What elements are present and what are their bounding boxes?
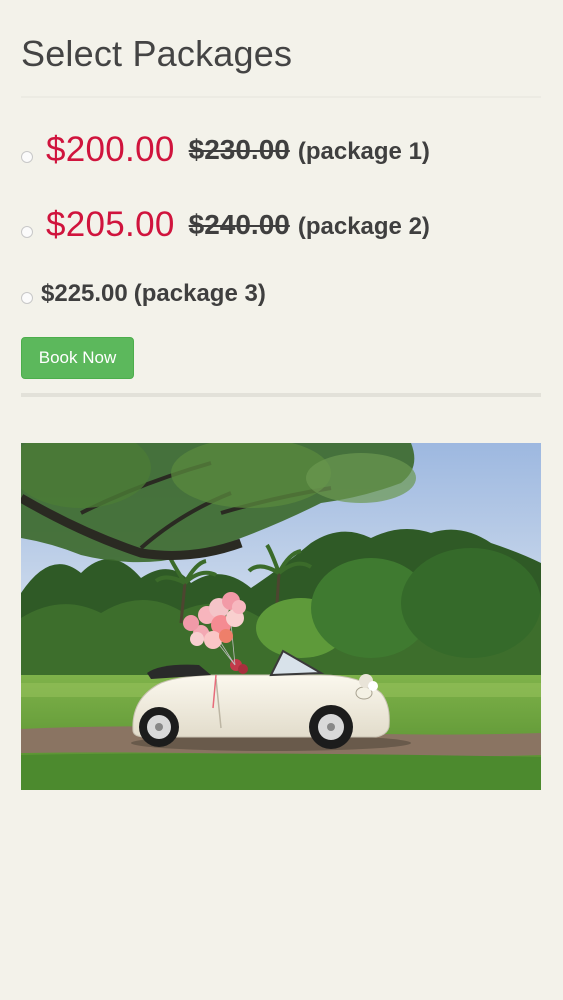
section-divider [21, 393, 541, 397]
title-divider [21, 96, 541, 98]
convertible-car-photo [21, 443, 541, 790]
package-option-2[interactable]: $205.00 $240.00 (package 2) [21, 205, 430, 245]
book-now-button[interactable]: Book Now [21, 337, 134, 379]
package-1-sale-price: $200.00 [46, 130, 175, 169]
package-option-1[interactable]: $200.00 $230.00 (package 1) [21, 130, 430, 170]
package-2-sale-price: $205.00 [46, 205, 175, 244]
package-2-regular-price: $240.00 [188, 209, 290, 240]
package-1-name: (package 1) [297, 138, 430, 165]
package-1-radio[interactable] [21, 151, 33, 163]
package-2-radio[interactable] [21, 226, 33, 238]
package-2-name: (package 2) [297, 213, 430, 240]
package-1-regular-price: $230.00 [188, 134, 290, 165]
package-3-price: $225.00 [41, 280, 128, 307]
package-3-radio[interactable] [21, 292, 33, 304]
package-option-3[interactable]: $225.00 (package 3) [21, 280, 266, 308]
page-title: Select Packages [21, 33, 293, 74]
package-3-name: (package 3) [133, 280, 266, 307]
